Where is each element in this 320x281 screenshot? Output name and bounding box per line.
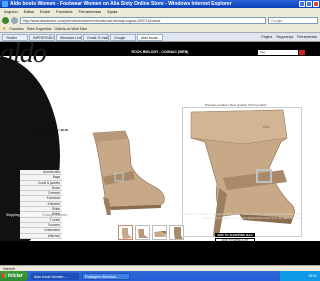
site-search-button[interactable]: [299, 50, 305, 55]
menu-item-edit[interactable]: Editar: [24, 9, 34, 14]
forward-icon[interactable]: [11, 16, 18, 24]
favorites-item[interactable]: Sites Sugeridos: [27, 27, 52, 31]
url-field[interactable]: http://www.aldoshoes.com/pt/en/shoes/wom…: [20, 16, 266, 24]
site-search-input[interactable]: bag: [258, 50, 298, 55]
menu-item-view[interactable]: Exibir: [40, 9, 50, 14]
taskbar-item[interactable]: Aldo boots Women -...: [31, 272, 79, 280]
thumbnail[interactable]: [152, 225, 167, 240]
tab-tools: Página Segurança Ferramentas: [261, 35, 320, 39]
page-viewport: aldo ROCK BIELODY - COGNAC (WEB) bag Exc…: [0, 42, 320, 265]
add-to-bag-button[interactable]: ADD TO SHOPPING BAG: [215, 233, 255, 237]
start-label: Iniciar: [8, 273, 23, 279]
menu-bar: Arquivo Editar Exibir Favoritos Ferramen…: [0, 8, 320, 15]
menu-item-tools[interactable]: Ferramentas: [78, 9, 101, 14]
thumbnail[interactable]: [169, 225, 184, 240]
menu-item-help[interactable]: Ajuda: [107, 9, 117, 14]
maximize-icon[interactable]: [306, 1, 312, 7]
favorites-label[interactable]: Favoritos: [9, 27, 23, 31]
browser-tab[interactable]: Google: [110, 33, 136, 41]
back-icon[interactable]: [2, 16, 9, 24]
thumbnail-strip: [118, 225, 184, 240]
system-tray: 18:01: [280, 271, 320, 281]
taskbar: Iniciar Aldo boots Women -... Postagem W…: [0, 271, 320, 281]
minimize-icon[interactable]: [299, 1, 305, 7]
product-reference: Exclusive Alfonso: $0.00: [33, 128, 69, 132]
shipping-country: Shipping to PORTUGAL: [6, 213, 44, 217]
footer-copyright: Recommend to friend | Copyright 2000-200…: [202, 216, 302, 220]
browser-tab[interactable]: IMPRESSÃO...: [29, 33, 55, 41]
footer-links: Newsletter | Feedback | Shipping Terms a…: [181, 212, 302, 220]
thumbnail[interactable]: [118, 225, 133, 240]
browser-tab-active[interactable]: Aldo boots...: [137, 33, 163, 41]
tab-bar: Ytrailer IMPRESSÃO... Windows Live... Gm…: [0, 33, 320, 42]
menu-item-file[interactable]: Arquivo: [4, 9, 18, 14]
favorites-star-icon[interactable]: ★: [2, 26, 6, 32]
search-input[interactable]: Google: [268, 16, 318, 24]
window-controls: [299, 1, 319, 7]
svg-text:aldo: aldo: [263, 124, 270, 129]
taskbar-item[interactable]: Postagem Windows...: [82, 272, 130, 280]
store-footer: [0, 241, 320, 265]
window-title-bar: Aldo boots Women - Footwear Women on Ali…: [0, 0, 320, 8]
product-side-image[interactable]: [85, 127, 170, 217]
menu-item-favorites[interactable]: Favoritos: [56, 9, 72, 14]
browser-tab[interactable]: Ytrailer: [2, 33, 28, 41]
tools-menu[interactable]: Ferramentas: [297, 35, 317, 39]
ie-icon: [2, 1, 8, 7]
page-menu[interactable]: Página: [261, 35, 272, 39]
windows-logo-icon: [2, 273, 7, 278]
change-country-link[interactable]: Change Country: [42, 213, 68, 217]
safety-menu[interactable]: Segurança: [276, 35, 293, 39]
category-list: Accessories Bags Coats & jackets Boots D…: [20, 170, 62, 239]
window-title: Aldo boots Women - Footwear Women on Ali…: [10, 1, 232, 7]
category-item[interactable]: Watches: [20, 233, 62, 239]
start-button[interactable]: Iniciar: [0, 271, 28, 281]
browser-tab[interactable]: Gmail: E-mail...: [83, 33, 109, 41]
favorites-bar: ★ Favoritos Sites Sugeridos Galeria do W…: [0, 25, 320, 33]
favorites-item[interactable]: Galeria do Web Slice: [54, 27, 87, 31]
clock: 18:01: [308, 274, 317, 278]
close-icon[interactable]: [313, 1, 319, 7]
browser-tab[interactable]: Windows Live...: [56, 33, 82, 41]
address-bar: http://www.aldoshoes.com/pt/en/shoes/wom…: [0, 15, 320, 25]
thumbnail[interactable]: [135, 225, 150, 240]
product-title: ROCK BIELODY - COGNAC (WEB): [131, 50, 189, 54]
